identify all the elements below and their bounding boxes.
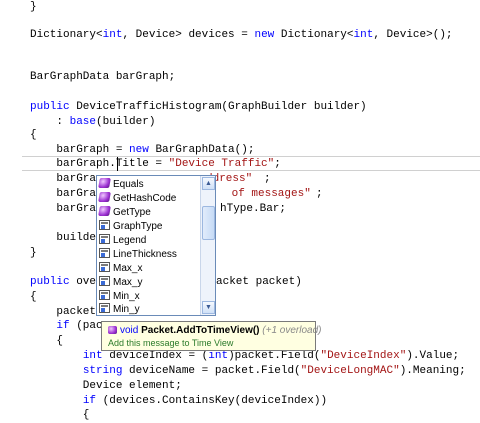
completion-list[interactable]: Equals GetHashCode GetType GraphType Leg… — [96, 175, 216, 316]
property-icon — [99, 262, 110, 272]
completion-item-graphtype[interactable]: GraphType — [99, 220, 162, 234]
code-line: if (pac — [56, 320, 103, 332]
property-icon — [99, 276, 110, 286]
tooltip-signature-row: void Packet.AddToTimeView() (+1 overload… — [108, 325, 322, 336]
property-icon — [99, 220, 110, 230]
completion-item-min-x[interactable]: Min_x — [99, 290, 140, 304]
property-icon — [99, 290, 110, 300]
code-line: : base(builder) — [30, 116, 156, 128]
text-caret — [117, 157, 118, 171]
quickinfo-tooltip: void Packet.AddToTimeView() (+1 overload… — [101, 321, 322, 351]
code-line: barGra ddress"; — [30, 173, 271, 185]
code-editor[interactable]: } Dictionary<int, Device> devices = new … — [0, 0, 480, 421]
code-line: { — [30, 335, 64, 347]
code-line: string deviceName = packet.Field("Device… — [82, 365, 466, 377]
code-line: } — [30, 247, 37, 259]
code-line: public ove acket packet) — [30, 276, 302, 288]
property-icon — [99, 234, 110, 244]
code-line: barGra hType.Bar; — [30, 203, 287, 215]
completion-item-gethashcode[interactable]: GetHashCode — [98, 192, 176, 206]
scroll-down-button[interactable]: ▼ — [202, 301, 215, 314]
completion-item-linethickness[interactable]: LineThickness — [99, 248, 177, 262]
code-line: Device element; — [30, 380, 182, 392]
method-icon — [98, 178, 111, 188]
code-line: { — [30, 291, 37, 303]
method-icon — [98, 206, 111, 216]
completion-item-legend[interactable]: Legend — [99, 234, 146, 248]
code-line: public DeviceTrafficHistogram(GraphBuild… — [30, 101, 367, 113]
code-line: { — [30, 129, 37, 141]
code-line: builde — [30, 232, 97, 244]
code-line: barGraph = new BarGraphData(); — [30, 144, 255, 156]
completion-item-min-y[interactable]: Min_y — [99, 303, 140, 317]
completion-item-equals[interactable]: Equals — [98, 178, 144, 192]
code-line: Dictionary<int, Device> devices = new Di… — [30, 29, 453, 41]
code-line: if (devices.ContainsKey(deviceIndex)) — [82, 395, 328, 407]
tooltip-description: Add this message to Time View — [108, 338, 234, 348]
method-icon — [98, 192, 111, 202]
code-line: BarGraphData barGraph; — [30, 71, 176, 83]
property-icon — [99, 248, 110, 258]
completion-item-gettype[interactable]: GetType — [98, 206, 151, 220]
completion-item-max-y[interactable]: Max_y — [99, 276, 142, 290]
scroll-up-button[interactable]: ▲ — [202, 177, 215, 190]
code-line: int deviceIndex = (int)packet.Field("Dev… — [82, 350, 460, 362]
code-line: packet — [30, 306, 97, 318]
code-line: } — [30, 1, 37, 13]
completion-item-max-x[interactable]: Max_x — [99, 262, 142, 276]
scrollbar-thumb[interactable] — [202, 206, 215, 240]
completion-scrollbar[interactable]: ▲ ▼ — [200, 176, 215, 315]
property-icon — [99, 303, 110, 313]
code-line: barGra of messages"; — [30, 188, 323, 200]
method-icon — [108, 326, 117, 334]
code-line-current: barGraph.Title = "Device Traffic"; — [30, 158, 281, 170]
